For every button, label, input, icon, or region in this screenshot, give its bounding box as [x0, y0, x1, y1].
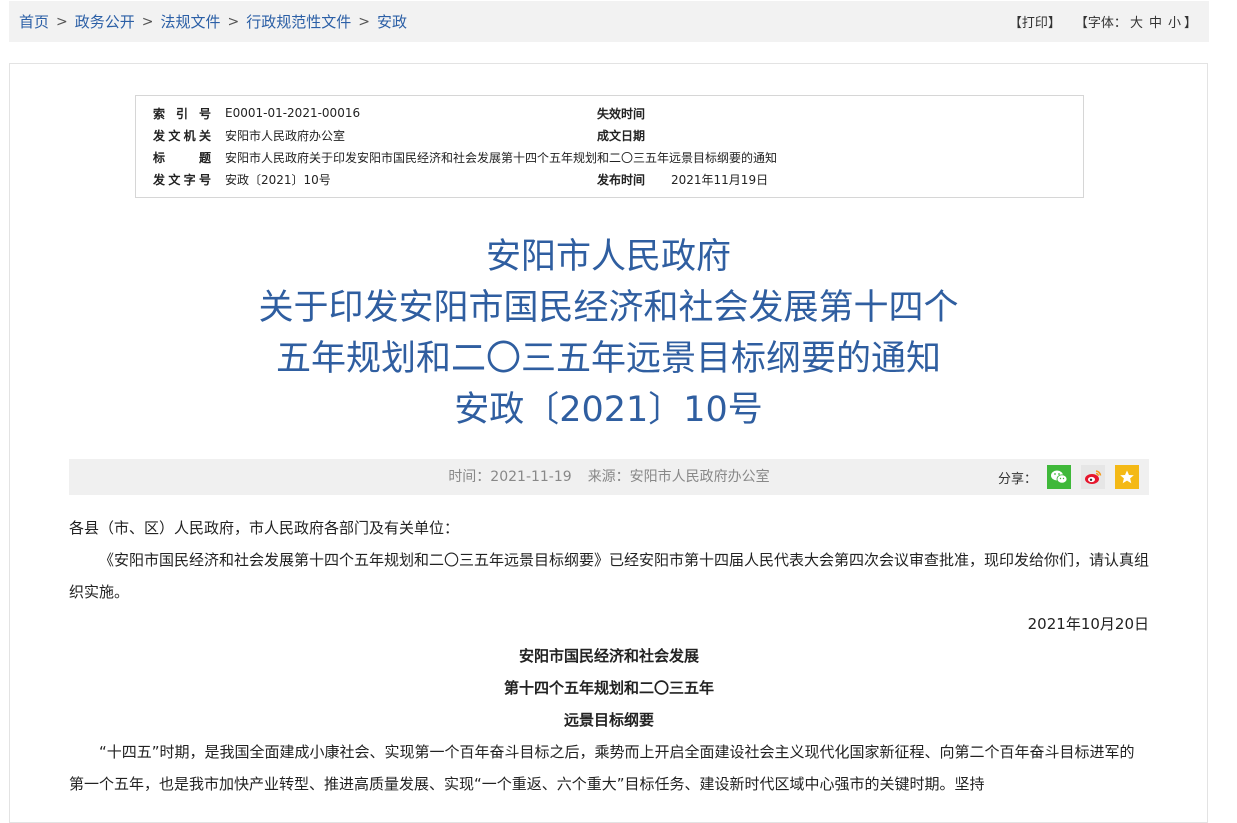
- title-label: 标 题: [153, 150, 211, 165]
- publish-time: 时间：2021-11-19: [448, 469, 572, 485]
- docno-label: 发文字号: [153, 172, 211, 187]
- meta-row: 索 引 号 E0001-01-2021-00016 失效时间: [136, 102, 1083, 124]
- weibo-icon[interactable]: [1081, 465, 1105, 489]
- font-large-button[interactable]: 大: [1130, 16, 1143, 31]
- breadcrumb-separator: >: [227, 13, 240, 30]
- font-size-control: 【字体：大中小】: [1075, 12, 1197, 31]
- outline-heading: 远景目标纲要: [563, 711, 654, 729]
- outline-heading: 第十四个五年规划和二〇三五年: [503, 679, 714, 697]
- breadcrumb-regulations[interactable]: 法规文件: [161, 11, 221, 32]
- breadcrumb-separator: >: [56, 13, 68, 30]
- outline-heading: 安阳市国民经济和社会发展: [518, 647, 699, 665]
- meta-row: 发文字号 安政〔2021〕10号 发布时间 2021年11月19日: [136, 168, 1083, 190]
- body-paragraph: 《安阳市国民经济和社会发展第十四个五年规划和二〇三五年远景目标纲要》已经安阳市第…: [69, 551, 1150, 601]
- issuer-value: 安阳市人民政府办公室: [225, 128, 346, 143]
- top-bar: 首页 > 政务公开 > 法规文件 > 行政规范性文件 > 安政 【打印】 【字体…: [9, 1, 1209, 42]
- font-size-label: 【字体：: [1074, 16, 1127, 31]
- publish-source: 来源：安阳市人民政府办公室: [587, 469, 770, 485]
- title-line: 五年规划和二〇三五年远景目标纲要的通知: [275, 339, 941, 379]
- document-title: 安阳市人民政府 关于印发安阳市国民经济和社会发展第十四个 五年规划和二〇三五年远…: [10, 232, 1207, 436]
- article-container: 索 引 号 E0001-01-2021-00016 失效时间 发文机关 安阳市人…: [9, 63, 1208, 823]
- publish-info: 时间：2021-11-19 来源：安阳市人民政府办公室: [69, 459, 1149, 495]
- created-label: 成文日期: [597, 128, 646, 143]
- docno-value: 安政〔2021〕10号: [225, 172, 331, 187]
- font-medium-button[interactable]: 中: [1149, 16, 1162, 31]
- meta-row: 发文机关 安阳市人民政府办公室 成文日期: [136, 124, 1083, 146]
- breadcrumb-anzheng[interactable]: 安政: [377, 11, 407, 32]
- salutation: 各县（市、区）人民政府，市人民政府各部门及有关单位：: [69, 519, 460, 537]
- breadcrumb: 首页 > 政务公开 > 法规文件 > 行政规范性文件 > 安政: [19, 11, 407, 32]
- breadcrumb-separator: >: [141, 13, 154, 30]
- title-value: 安阳市人民政府关于印发安阳市国民经济和社会发展第十四个五年规划和二〇三五年远景目…: [225, 150, 778, 165]
- body-paragraph: “十四五”时期，是我国全面建成小康社会、实现第一个百年奋斗目标之后，乘势而上开启…: [69, 743, 1135, 793]
- document-metadata-table: 索 引 号 E0001-01-2021-00016 失效时间 发文机关 安阳市人…: [135, 95, 1084, 198]
- index-value: E0001-01-2021-00016: [225, 106, 361, 120]
- font-small-button[interactable]: 小: [1168, 16, 1181, 31]
- title-line: 安政〔2021〕10号: [454, 390, 763, 430]
- expire-label: 失效时间: [597, 106, 646, 121]
- page-tools: 【打印】 【字体：大中小】: [1009, 12, 1197, 31]
- breadcrumb-gov-affairs[interactable]: 政务公开: [75, 11, 135, 32]
- title-line: 安阳市人民政府: [485, 237, 731, 277]
- breadcrumb-separator: >: [358, 13, 370, 30]
- favorite-star-icon[interactable]: [1115, 465, 1139, 489]
- share-label: 分享：: [997, 471, 1037, 487]
- wechat-icon[interactable]: [1047, 465, 1071, 489]
- issue-date: 2021年10月20日: [1027, 615, 1149, 633]
- breadcrumb-normative-docs[interactable]: 行政规范性文件: [246, 11, 351, 32]
- share-bar: 分享：: [998, 465, 1139, 489]
- article-body: 各县（市、区）人民政府，市人民政府各部门及有关单位： 《安阳市国民经济和社会发展…: [69, 512, 1149, 800]
- publish-value: 2021年11月19日: [671, 172, 769, 187]
- title-line: 关于印发安阳市国民经济和社会发展第十四个: [258, 288, 959, 328]
- index-label: 索 引 号: [153, 106, 211, 121]
- breadcrumb-home[interactable]: 首页: [19, 11, 49, 32]
- info-bar: 时间：2021-11-19 来源：安阳市人民政府办公室 分享：: [69, 459, 1149, 495]
- publish-label: 发布时间: [597, 172, 646, 187]
- print-button[interactable]: 【打印】: [1009, 12, 1061, 31]
- issuer-label: 发文机关: [153, 128, 211, 143]
- meta-row: 标 题 安阳市人民政府关于印发安阳市国民经济和社会发展第十四个五年规划和二〇三五…: [136, 146, 1083, 168]
- font-size-suffix: 】: [1183, 16, 1197, 31]
